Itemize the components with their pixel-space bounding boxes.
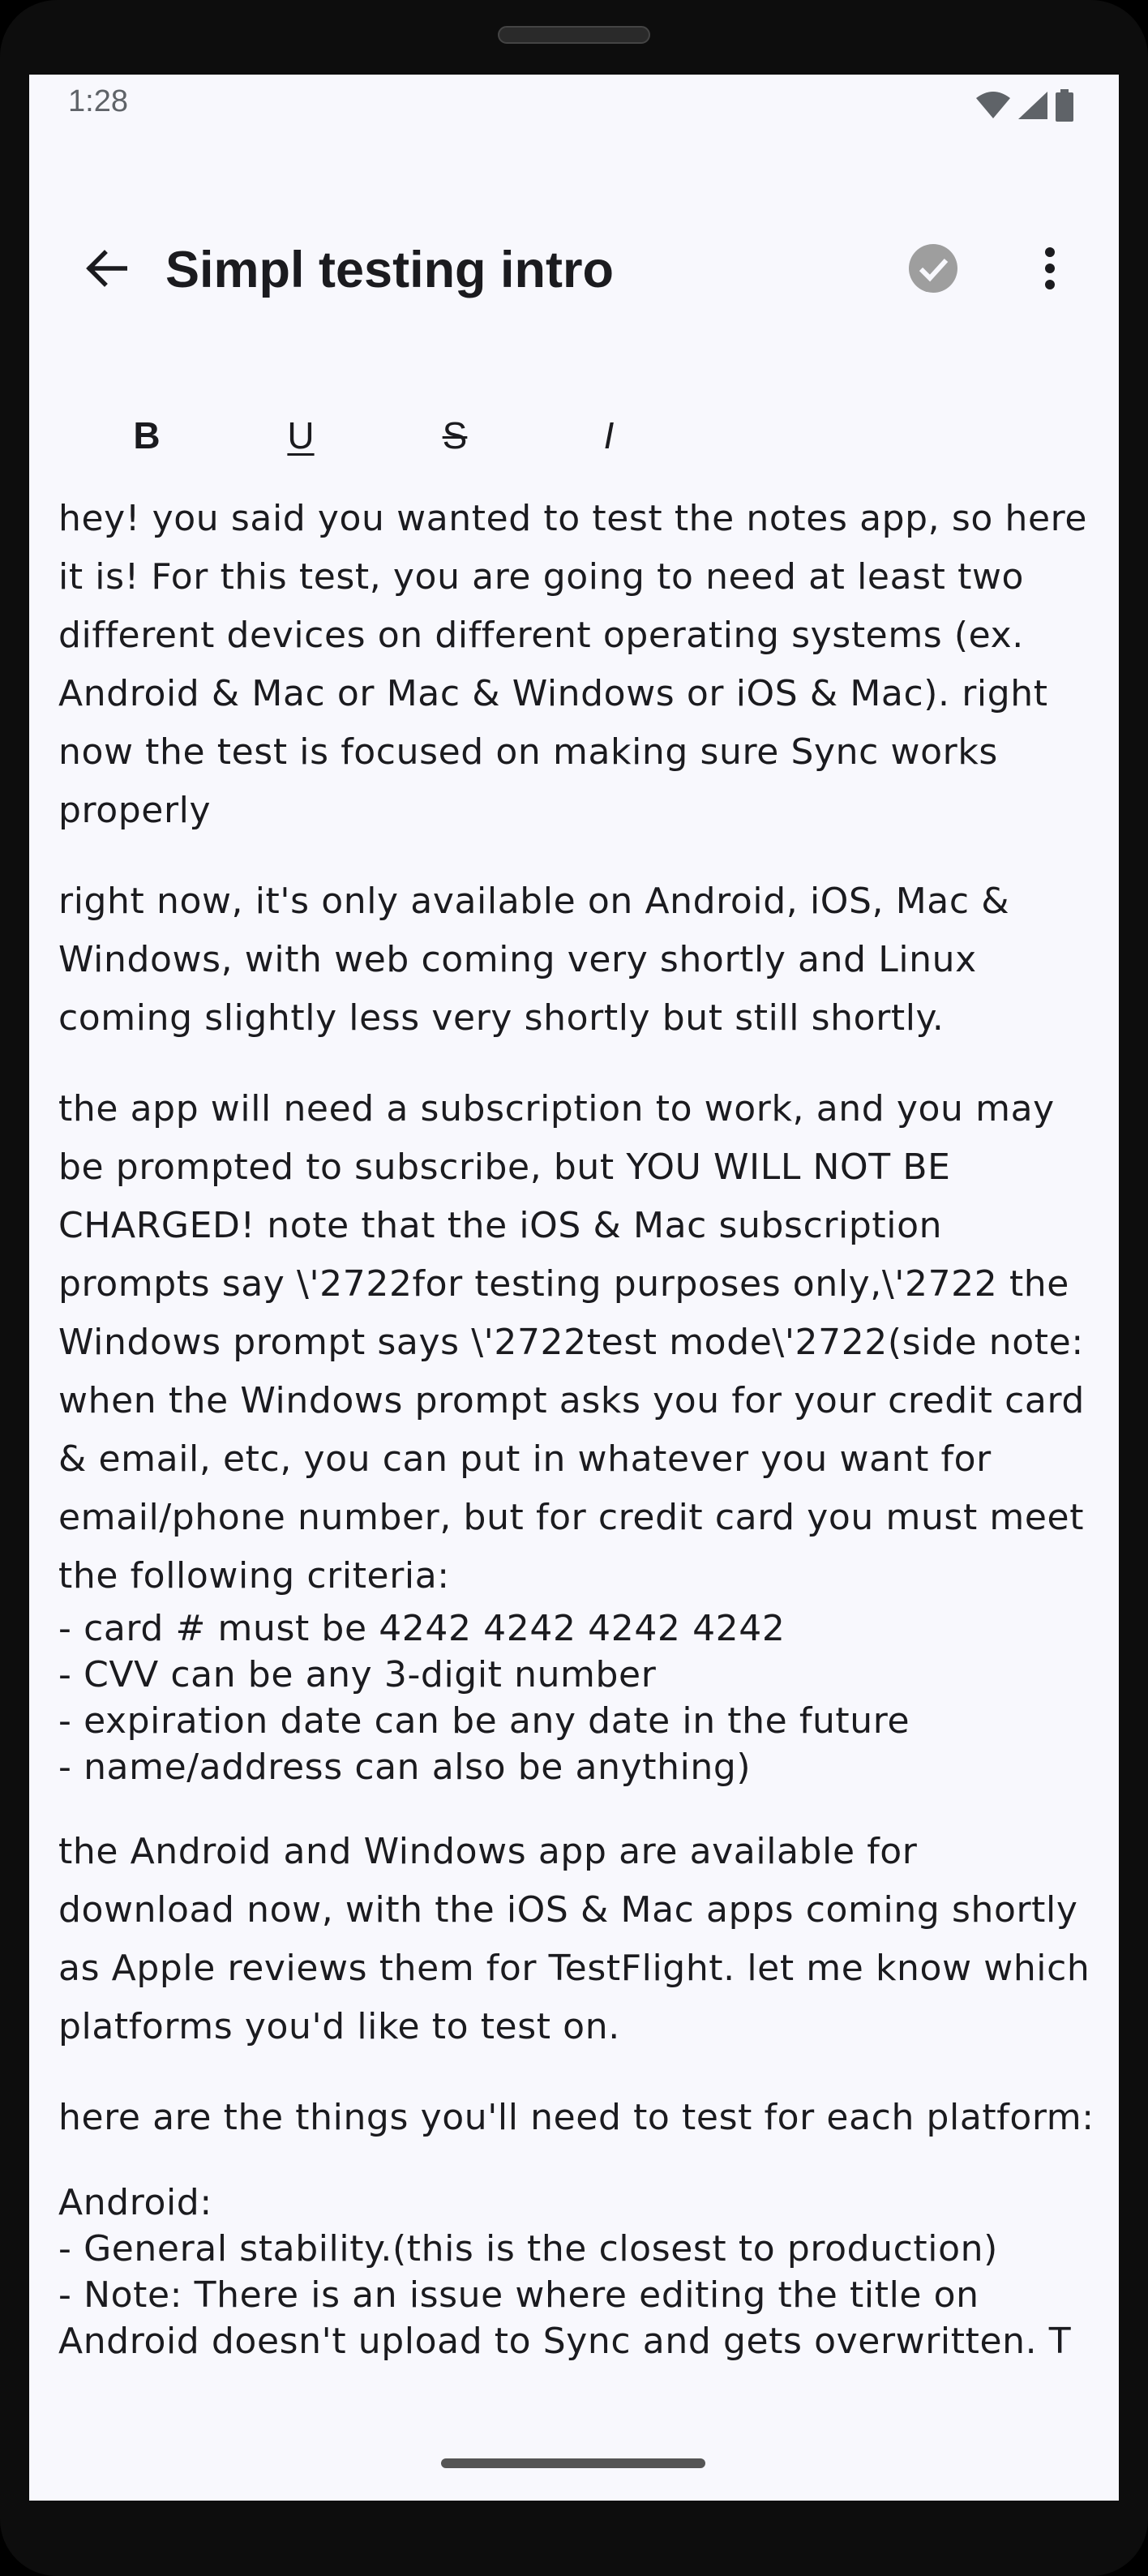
note-body-editor[interactable]: hey! you said you wanted to test the not… [58,490,1104,2424]
signal-icon [1018,92,1047,123]
format-toolbar: B U S I [110,399,759,472]
phone-frame: 1:28 Simpl testing intro B U S I hey! yo… [0,0,1148,2576]
app-screen: 1:28 Simpl testing intro B U S I hey! yo… [29,75,1119,2501]
more-vert-icon [1044,246,1056,294]
note-paragraph: the Android and Windows app are availabl… [58,1831,1103,2047]
done-button[interactable] [897,234,970,306]
status-icons [976,89,1073,126]
italic-button[interactable]: I [572,399,645,472]
gesture-nav-handle[interactable] [441,2458,705,2468]
back-button[interactable] [70,234,143,306]
list-item: - card # must be 4242 4242 4242 4242 [58,1608,786,1649]
more-options-button[interactable] [1013,234,1086,306]
check-circle-icon [909,243,957,297]
scroll-fade [58,2391,1104,2424]
underline-button[interactable]: U [264,399,337,472]
wifi-icon [976,92,1010,123]
list-item: - name/address can also be anything) [58,1747,752,1788]
list-item: - Note: There is an issue where editing … [58,2274,979,2316]
list-item: - expiration date can be any date in the… [58,1700,910,1742]
android-section: Android: - General stability.(this is th… [58,2180,1104,2364]
list-item: - General stability.(this is the closest… [58,2228,998,2270]
note-paragraph: here are the things you'll need to test … [58,2097,1094,2138]
strikethrough-button[interactable]: S [418,399,491,472]
list-item: Android doesn't upload to Sync and gets … [58,2321,1072,2362]
note-title[interactable]: Simpl testing intro [165,235,614,305]
status-time: 1:28 [68,84,128,118]
section-heading: Android: [58,2182,212,2223]
bold-button[interactable]: B [110,399,183,472]
note-paragraph: hey! you said you wanted to test the not… [58,498,1099,831]
arrow-back-icon [85,249,128,291]
note-paragraph: right now, it's only available on Androi… [58,881,1022,1039]
earpiece-speaker [498,26,650,44]
criteria-list: - card # must be 4242 4242 4242 4242 - C… [58,1605,1104,1790]
note-paragraph: the app will need a subscription to work… [58,1088,1097,1597]
list-item: - CVV can be any 3-digit number [58,1654,657,1695]
battery-icon [1056,89,1073,126]
